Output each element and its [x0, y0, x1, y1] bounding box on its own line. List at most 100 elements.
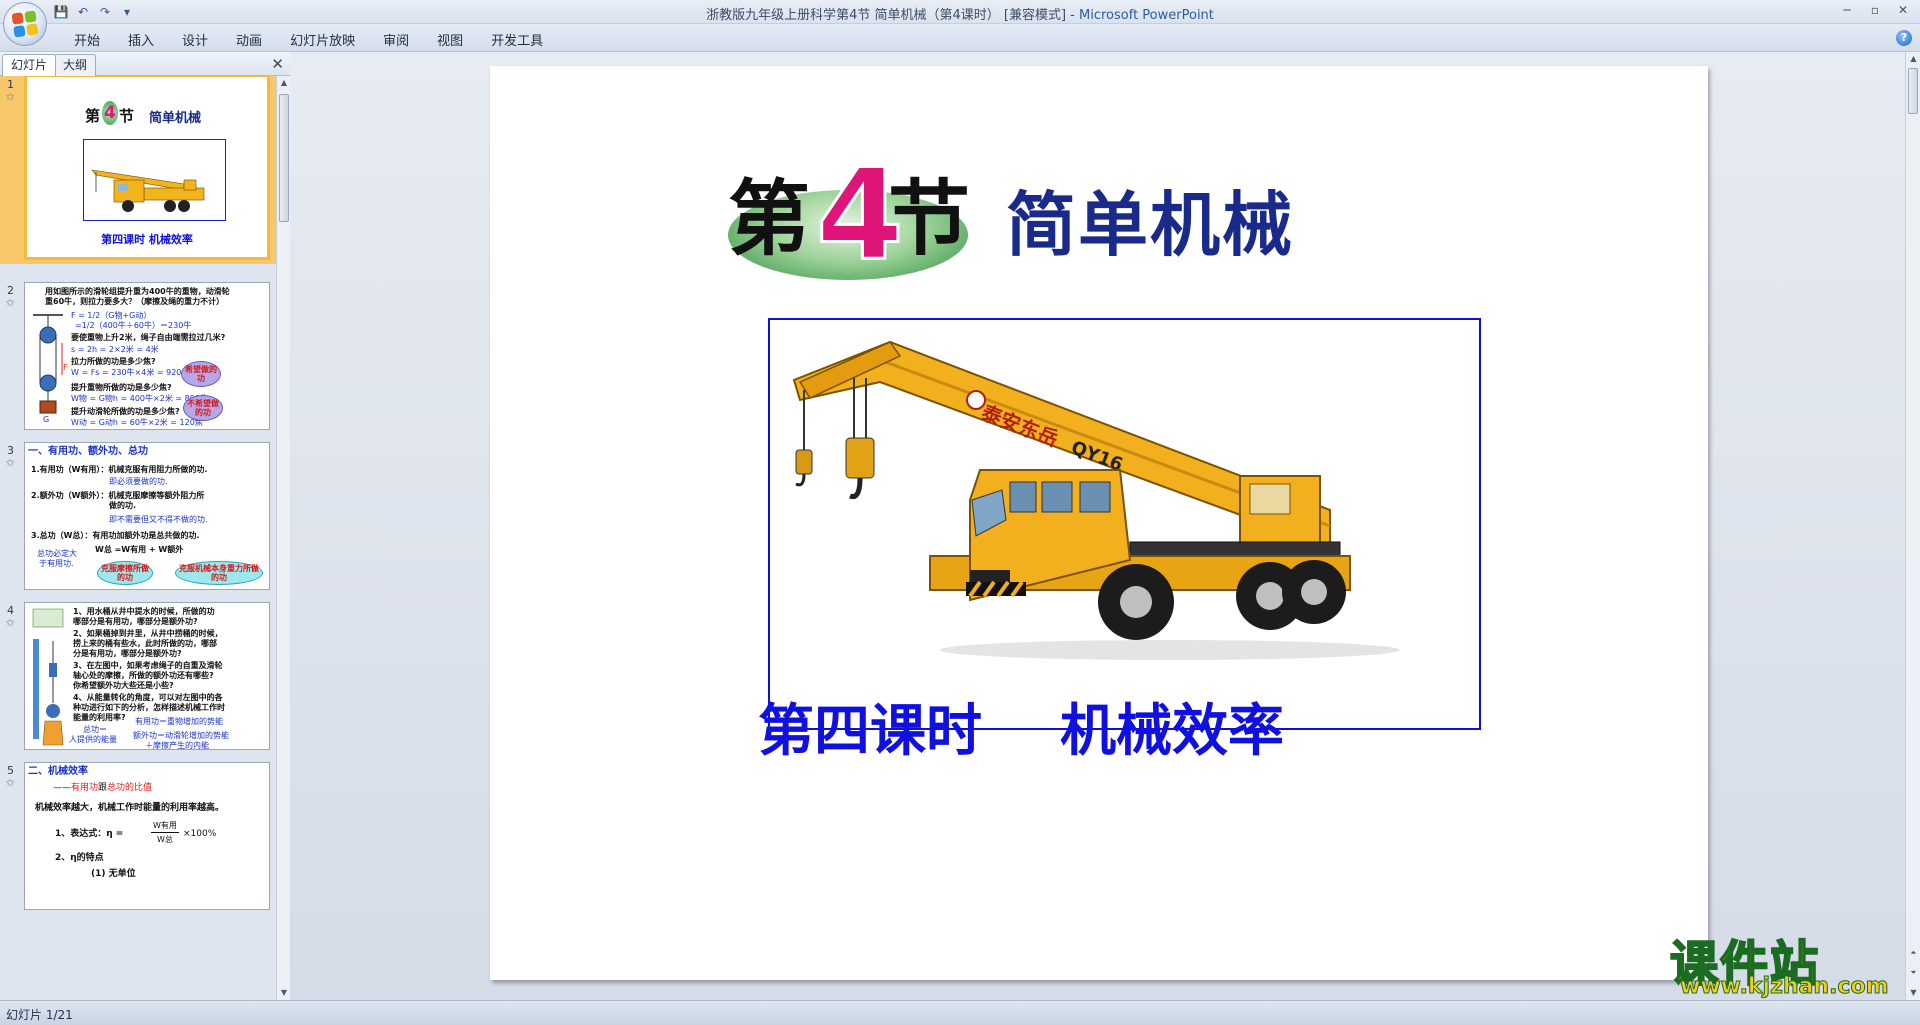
title-separator: - — [1066, 8, 1080, 23]
scroll-up-icon[interactable]: ▲ — [277, 76, 291, 90]
ribbon-tab-1[interactable]: 开始 — [60, 30, 114, 49]
scroll-down-icon[interactable]: ▼ — [1906, 986, 1920, 1000]
thumb-line: 能量的利用率? — [73, 713, 126, 722]
slide-canvas[interactable]: 第 4 节 简单机械 泰安东岳 QY16 第四课时 机械效率 — [490, 66, 1708, 980]
thumb-line: 捞上来的桶有些水，此时所做的功，哪部 — [73, 639, 217, 648]
thumb-bubble-wanted: 希望做的功 — [181, 361, 221, 387]
thumb-line: 种功进行如下的分析，怎样描述机械工作时 — [73, 703, 225, 712]
window-controls: ─ ▫ ✕ — [1834, 1, 1916, 19]
thumb-line: 用如图所示的滑轮组提升重为400牛的重物，动滑轮 — [45, 287, 230, 296]
ribbon-tab-4[interactable]: 动画 — [222, 30, 276, 49]
ribbon-tab-6[interactable]: 审阅 — [369, 30, 423, 49]
slide-number: 1 — [7, 78, 14, 91]
thumb-5-line-3: 2、η的特点 — [55, 853, 104, 863]
ribbon-tab-5[interactable]: 幻灯片放映 — [276, 30, 369, 49]
thumb-heading-number: 4 — [104, 103, 116, 123]
maximize-button[interactable]: ▫ — [1862, 1, 1888, 19]
slide-thumbnail-3[interactable]: 3 ✩ 一、有用功、额外功、总功 1.有用功（W有用）：机械克服有用阻力所做的功… — [0, 442, 276, 594]
editor-scrollbar[interactable]: ▲ ⏶ ⏷ ▼ — [1905, 52, 1920, 1000]
thumb-line: 要使重物上升2米，绳子自由端需拉过几米? — [71, 333, 226, 342]
thumb-5-line-2: 1、表达式：η = — [55, 829, 124, 839]
thumb-5-frac-bottom: W总 — [157, 835, 173, 844]
help-icon[interactable]: ? — [1896, 30, 1912, 46]
slide-thumbnail-5[interactable]: 5 ✩ 二、机械效率 ——有用功跟总功的比值 机械效率越大，机械工作时能量的利用… — [0, 762, 276, 914]
thumb-line: 即不需要但又不得不做的功. — [109, 515, 208, 524]
thumb-5-subheading: ——有用功跟总功的比值 — [53, 783, 153, 793]
status-bar: 幻灯片 1/21 — [0, 1000, 1920, 1025]
thumb-line: 4、从能量转化的角度，可以对左图中的各 — [73, 693, 223, 702]
scroll-thumb[interactable] — [279, 94, 289, 222]
office-button[interactable] — [3, 2, 47, 46]
slide-thumbnail-frame: 一、有用功、额外功、总功 1.有用功（W有用）：机械克服有用阻力所做的功. 即必须… — [24, 442, 270, 590]
ribbon-tab-bar: 开始 插入 设计 动画 幻灯片放映 审阅 视图 开发工具 ? — [0, 24, 1920, 52]
title-bar: 💾 ↶ ↷ ▾ 浙教版九年级上册科学第4节 简单机械（第4课时） [兼容模式] … — [0, 0, 1920, 24]
scroll-down-icon[interactable]: ▼ — [277, 986, 291, 1000]
slide-number: 3 — [7, 444, 14, 457]
thumb-5-line-2-end: ×100% — [183, 829, 217, 839]
pane-tabs: 幻灯片 大纲 ✕ — [0, 52, 290, 76]
thumb-line: W = Fs = 230牛×4米 = 920焦 — [71, 368, 190, 377]
tab-slides[interactable]: 幻灯片 — [2, 54, 57, 76]
slides-pane: 幻灯片 大纲 ✕ 1 ✩ 第 4 节 简单机械 第四课时 机械效率 2 ✩ F … — [0, 52, 290, 1000]
ribbon-tab-7[interactable]: 视图 — [423, 30, 477, 49]
office-logo-icon — [11, 10, 39, 38]
ribbon-tab-3[interactable]: 设计 — [168, 30, 222, 49]
minimize-button[interactable]: ─ — [1834, 1, 1860, 19]
animation-star-icon: ✩ — [6, 618, 15, 629]
tab-outline[interactable]: 大纲 — [54, 54, 97, 76]
scroll-thumb[interactable] — [1908, 68, 1918, 114]
close-pane-icon[interactable]: ✕ — [271, 55, 284, 73]
thumb-heading-prefix: 第 — [85, 107, 101, 125]
window-title: 浙教版九年级上册科学第4节 简单机械（第4课时） [兼容模式] - Micros… — [0, 4, 1920, 23]
thumb-line: 有用功＝重物增加的势能 — [135, 717, 223, 726]
thumb-line: 于有用功. — [39, 559, 74, 568]
close-button[interactable]: ✕ — [1890, 1, 1916, 19]
thumb-bubble-unwanted: 不希望做的功 — [183, 395, 223, 421]
thumb-line: 总功必定大 — [37, 549, 77, 558]
thumb-5-line-1: 机械效率越大，机械工作时能量的利用率越高。 — [35, 803, 225, 813]
heading-title: 简单机械 — [1006, 184, 1294, 266]
slide-thumbnail-frame: F G 用如图所示的滑轮组提升重为400牛的重物，动滑轮 重60牛，则拉力要多大？… — [24, 282, 270, 430]
thumb-line: 2、如果桶掉到井里，从井中捞桶的时候， — [73, 629, 223, 638]
thumb-heading-suffix: 节 — [119, 107, 135, 125]
thumb-line: 3、在左图中，如果考虑绳子的自重及滑轮 — [73, 661, 223, 670]
slide-heading: 第 4 节 简单机械 — [728, 150, 1292, 286]
crane-illustration: 泰安东岳 QY16 — [792, 340, 1400, 660]
thumb-bubble-friction: 克服摩擦所做的功 — [97, 561, 153, 585]
thumb-3-heading: 一、有用功、额外功、总功 — [28, 446, 148, 457]
ribbon-tab-2[interactable]: 插入 — [114, 30, 168, 49]
thumb-line: 3.总功（W总）：有用功加额外功是总共做的功. — [31, 531, 200, 540]
slide-thumbnail-1[interactable]: 1 ✩ 第 4 节 简单机械 第四课时 机械效率 — [0, 76, 276, 264]
thumb-line: 提升重物所做的功是多少焦? — [71, 383, 172, 392]
thumb-5-frac-line — [151, 832, 179, 833]
heading-prefix: 第 — [728, 171, 811, 267]
thumb-line: 拉力所做的功是多少焦? — [71, 357, 156, 366]
hazard-stripes — [966, 580, 1026, 598]
slide-thumbnail-4[interactable]: 4 ✩ 1、用水桶从井中提水的时候，所做的功 哪部分是有用功，哪部分是额外功? 2、… — [0, 602, 276, 754]
thumb-line: 1、用水桶从井中提水的时候，所做的功 — [73, 607, 215, 616]
thumb-line: 你希望额外功大些还是小些? — [73, 681, 174, 690]
previous-slide-icon[interactable]: ⏶ — [1906, 946, 1920, 960]
slide-subtitle[interactable]: 第四课时 机械效率 — [490, 686, 1552, 767]
ribbon-tab-8[interactable]: 开发工具 — [477, 30, 557, 49]
ribbon-tabs: 开始 插入 设计 动画 幻灯片放映 审阅 视图 开发工具 — [60, 30, 557, 49]
thumb-5-heading: 二、机械效率 — [28, 766, 88, 777]
thumb-line: 提升动滑轮所做的功是多少焦? — [71, 407, 180, 416]
thumbnail-scrollbar[interactable]: ▲ ▼ — [276, 76, 290, 1000]
slide-thumbnail-frame: 二、机械效率 ——有用功跟总功的比值 机械效率越大，机械工作时能量的利用率越高。… — [24, 762, 270, 910]
slide-editor: 第 4 节 简单机械 泰安东岳 QY16 第四课时 机械效率 — [290, 52, 1905, 1000]
thumb-line: 1.有用功（W有用）：机械克服有用阻力所做的功. — [31, 465, 208, 474]
slide-thumbnail-2[interactable]: 2 ✩ F G 用如图所示的滑轮组提升重为400牛的重物，动滑轮 重60牛，则拉… — [0, 282, 276, 434]
scroll-up-icon[interactable]: ▲ — [1906, 52, 1920, 66]
thumb-line: 额外功＝动滑轮增加的势能 — [133, 731, 229, 740]
thumb-line: s = 2h = 2×2米 = 4米 — [71, 345, 159, 354]
thumb-line: 即必须要做的功. — [109, 477, 168, 486]
crane-image[interactable]: 泰安东岳 QY16 — [768, 318, 1481, 730]
slide-counter: 幻灯片 1/21 — [6, 1008, 73, 1022]
weight-label: G — [43, 415, 50, 424]
animation-star-icon: ✩ — [6, 778, 15, 789]
thumb-line: =1/2（400牛＋60牛）＝230牛 — [75, 321, 192, 330]
next-slide-icon[interactable]: ⏷ — [1906, 966, 1920, 980]
slide-number: 4 — [7, 604, 14, 617]
thumb-line: F = 1/2（G物+G动） — [71, 311, 152, 320]
